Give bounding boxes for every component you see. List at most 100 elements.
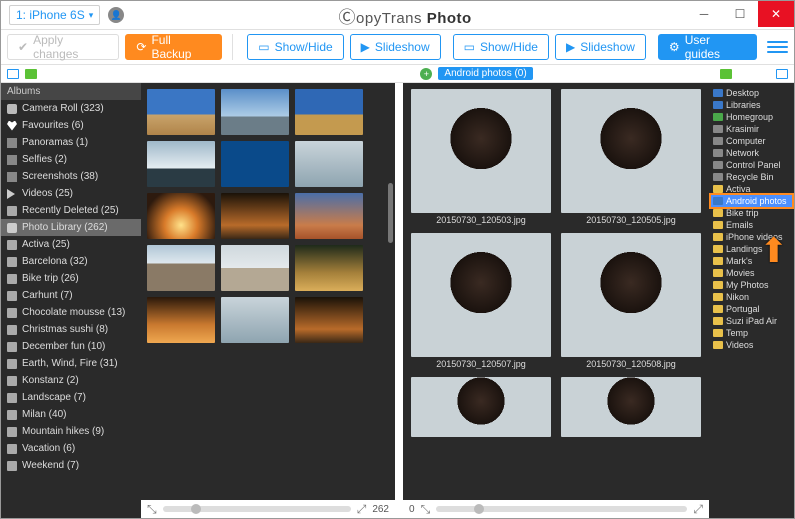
tree-node[interactable]: Suzi iPad Air bbox=[711, 315, 792, 327]
collapse-icon[interactable]: ⤡ bbox=[147, 502, 157, 517]
tree-node[interactable]: Bike trip bbox=[711, 207, 792, 219]
expand-icon[interactable]: ⤢ bbox=[693, 502, 703, 517]
album-item[interactable]: Favourites (6) bbox=[1, 117, 141, 134]
slideshow-right-button[interactable]: ▶ Slideshow bbox=[555, 34, 646, 60]
device-photos-grid[interactable] bbox=[141, 83, 395, 500]
album-item[interactable]: Barcelona (32) bbox=[1, 253, 141, 270]
album-item[interactable]: Mountain hikes (9) bbox=[1, 423, 141, 440]
user-guides-button[interactable]: ⚙ User guides bbox=[658, 34, 757, 60]
tree-node[interactable]: Temp bbox=[711, 327, 792, 339]
thumbnail[interactable] bbox=[147, 297, 215, 343]
tree-node[interactable]: Landings bbox=[711, 243, 792, 255]
thumbnail[interactable] bbox=[295, 141, 363, 187]
thumbnail[interactable] bbox=[411, 89, 551, 213]
showhide-right-button[interactable]: ▭ Show/Hide bbox=[453, 34, 549, 60]
thumbnail[interactable] bbox=[221, 89, 289, 135]
album-item[interactable]: Konstanz (2) bbox=[1, 372, 141, 389]
thumbnail[interactable] bbox=[295, 89, 363, 135]
album-item[interactable]: Weekend (7) bbox=[1, 457, 141, 474]
album-item[interactable]: Bike trip (26) bbox=[1, 270, 141, 287]
tree-node[interactable]: Desktop bbox=[711, 87, 792, 99]
thumbnail[interactable] bbox=[147, 193, 215, 239]
tree-node[interactable]: Homegroup bbox=[711, 111, 792, 123]
tree-node[interactable]: Recycle Bin bbox=[711, 171, 792, 183]
showhide-left-button[interactable]: ▭ Show/Hide bbox=[247, 34, 343, 60]
thumbnail[interactable] bbox=[147, 141, 215, 187]
thumbnail[interactable] bbox=[221, 245, 289, 291]
album-item[interactable]: Selfies (2) bbox=[1, 151, 141, 168]
apply-changes-button[interactable]: ✔ Apply changes bbox=[7, 34, 119, 60]
tree-node[interactable]: Movies bbox=[711, 267, 792, 279]
album-item[interactable]: Carhunt (7) bbox=[1, 287, 141, 304]
thumbnail[interactable] bbox=[561, 89, 701, 213]
album-item[interactable]: Milan (40) bbox=[1, 406, 141, 423]
album-item[interactable]: Vacation (6) bbox=[1, 440, 141, 457]
pc-photos-panel: 20150730_120503.jpg 20150730_120505.jpg … bbox=[403, 83, 709, 518]
thumbnail[interactable] bbox=[561, 233, 701, 357]
minimize-button[interactable]: ─ bbox=[686, 1, 722, 27]
tree-node[interactable]: Emails bbox=[711, 219, 792, 231]
album-item[interactable]: Camera Roll (323) bbox=[1, 100, 141, 117]
folder-icon bbox=[713, 197, 723, 205]
folder-icon bbox=[713, 209, 723, 217]
tree-label: Krasimir bbox=[726, 124, 759, 134]
album-item[interactable]: Christmas sushi (8) bbox=[1, 321, 141, 338]
album-item[interactable]: Screenshots (38) bbox=[1, 168, 141, 185]
tree-node[interactable]: Nikon bbox=[711, 291, 792, 303]
add-icon[interactable]: + bbox=[420, 68, 432, 80]
zoom-slider[interactable] bbox=[436, 506, 687, 512]
new-album-icon[interactable] bbox=[25, 69, 37, 79]
expand-icon[interactable]: ⤢ bbox=[357, 502, 367, 517]
collapse-right-icon[interactable] bbox=[776, 69, 788, 79]
device-selector[interactable]: 1: iPhone 6S ▾ bbox=[9, 5, 100, 25]
album-item[interactable]: December fun (10) bbox=[1, 338, 141, 355]
thumbnail[interactable] bbox=[411, 233, 551, 357]
panel-divider[interactable] bbox=[395, 83, 403, 518]
thumbnail[interactable] bbox=[147, 89, 215, 135]
tree-node[interactable]: Libraries bbox=[711, 99, 792, 111]
tree-node[interactable]: Network bbox=[711, 147, 792, 159]
tree-node[interactable]: Portugal bbox=[711, 303, 792, 315]
tree-node[interactable]: Activa bbox=[711, 183, 792, 195]
album-item[interactable]: Recently Deleted (25) bbox=[1, 202, 141, 219]
album-item[interactable]: Earth, Wind, Fire (31) bbox=[1, 355, 141, 372]
full-backup-button[interactable]: ⟳ Full Backup bbox=[125, 34, 222, 60]
pc-photos-grid[interactable]: 20150730_120503.jpg 20150730_120505.jpg … bbox=[403, 83, 709, 500]
album-item[interactable]: Activa (25) bbox=[1, 236, 141, 253]
toolbar: ✔ Apply changes ⟳ Full Backup ▭ Show/Hid… bbox=[1, 29, 794, 65]
profile-icon[interactable]: 👤 bbox=[108, 7, 124, 23]
tree-node[interactable]: Control Panel bbox=[711, 159, 792, 171]
thumbnail[interactable] bbox=[221, 193, 289, 239]
album-item[interactable]: Landscape (7) bbox=[1, 389, 141, 406]
thumbnail[interactable] bbox=[147, 245, 215, 291]
thumbnail[interactable] bbox=[411, 377, 551, 437]
thumbnail[interactable] bbox=[221, 141, 289, 187]
thumbnail[interactable] bbox=[295, 297, 363, 343]
album-label: Panoramas (1) bbox=[22, 137, 88, 148]
tree-label: Landings bbox=[726, 244, 763, 254]
tree-node[interactable]: Android photos bbox=[711, 195, 792, 207]
album-item[interactable]: Photo Library (262) bbox=[1, 219, 141, 236]
tree-node[interactable]: Videos bbox=[711, 339, 792, 351]
tree-node[interactable]: Computer bbox=[711, 135, 792, 147]
thumbnail[interactable] bbox=[561, 377, 701, 437]
folder-icon[interactable] bbox=[720, 69, 732, 79]
zoom-slider[interactable] bbox=[163, 506, 351, 512]
album-item[interactable]: Videos (25) bbox=[1, 185, 141, 202]
thumbnail[interactable] bbox=[295, 245, 363, 291]
thumbnail[interactable] bbox=[221, 297, 289, 343]
menu-button[interactable] bbox=[767, 36, 788, 58]
thumbnail[interactable] bbox=[295, 193, 363, 239]
tree-node[interactable]: Mark's bbox=[711, 255, 792, 267]
collapse-icon[interactable]: ⤡ bbox=[421, 502, 431, 517]
collapse-left-icon[interactable] bbox=[7, 69, 19, 79]
tree-node[interactable]: My Photos bbox=[711, 279, 792, 291]
scrollbar[interactable] bbox=[388, 183, 393, 243]
tree-node[interactable]: Krasimir bbox=[711, 123, 792, 135]
album-item[interactable]: Panoramas (1) bbox=[1, 134, 141, 151]
close-button[interactable]: ✕ bbox=[758, 1, 794, 27]
maximize-button[interactable]: ☐ bbox=[722, 1, 758, 27]
slideshow-left-button[interactable]: ▶ Slideshow bbox=[350, 34, 441, 60]
album-item[interactable]: Chocolate mousse (13) bbox=[1, 304, 141, 321]
tree-node[interactable]: iPhone videos bbox=[711, 231, 792, 243]
